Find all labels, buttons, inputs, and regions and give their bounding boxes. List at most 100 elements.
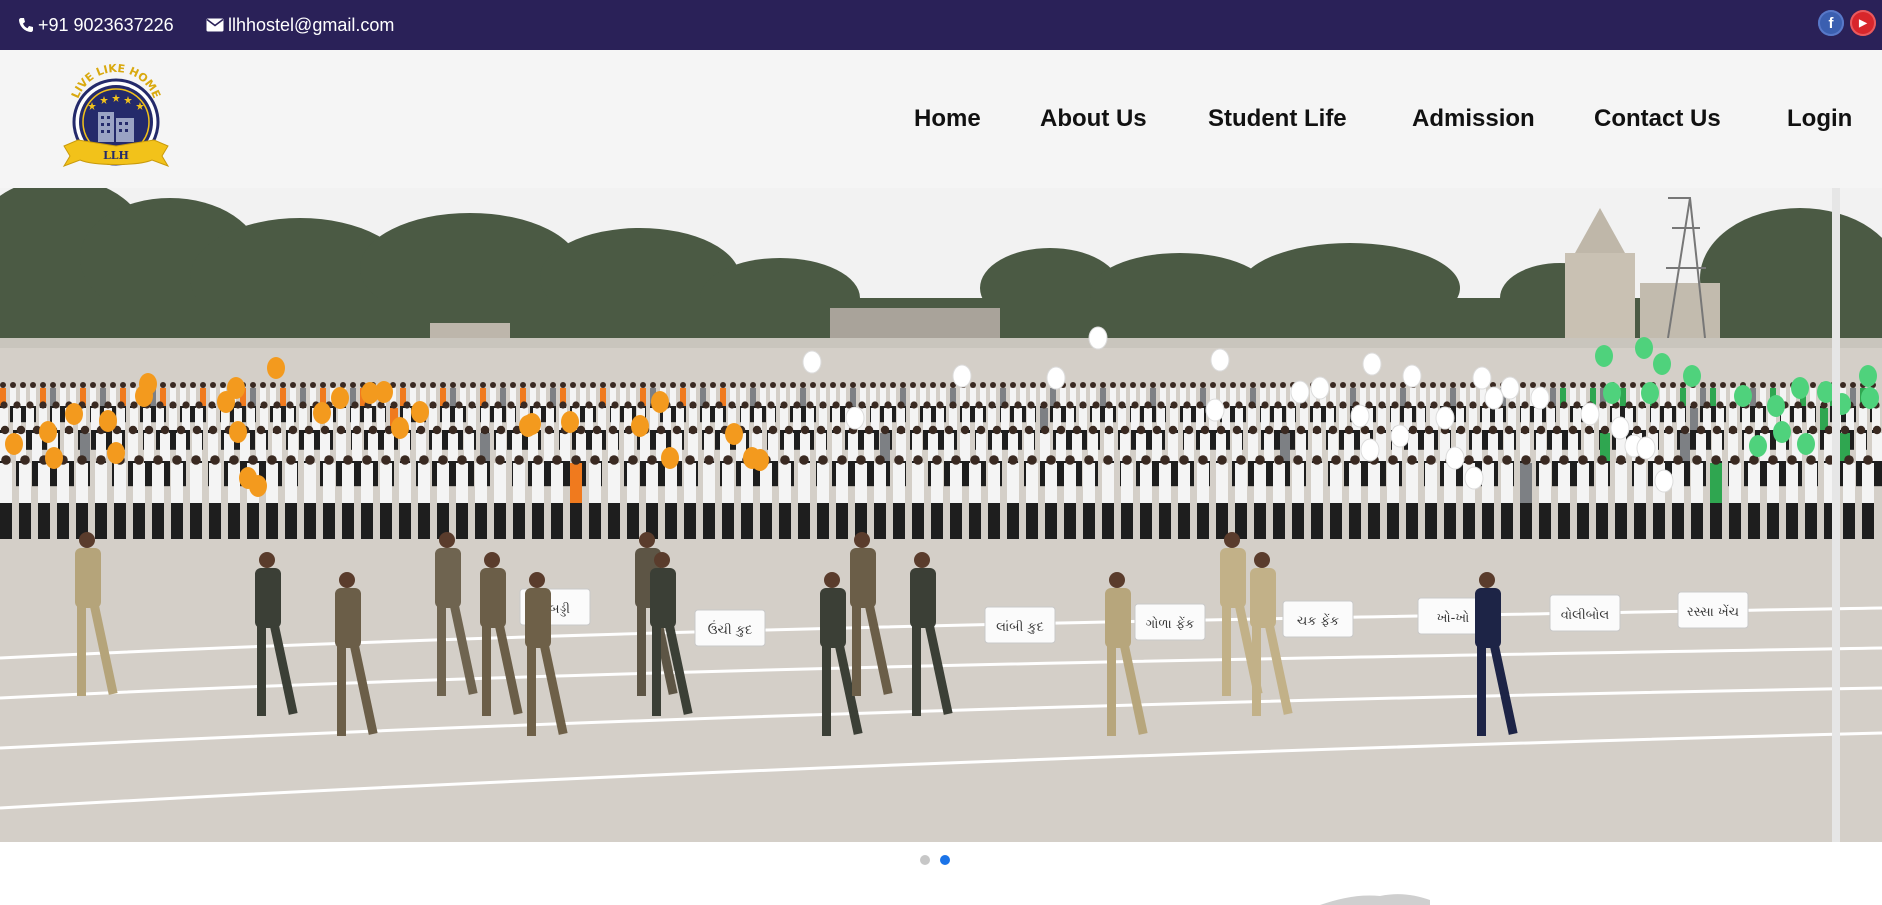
cadet-leg: [652, 626, 661, 716]
crowd-head: [910, 401, 918, 409]
nav-login[interactable]: Login: [1787, 50, 1852, 188]
crowd-person: [1254, 463, 1266, 503]
crowd-head: [1261, 401, 1269, 409]
crowd-head: [1183, 401, 1191, 409]
crowd-person: [1482, 408, 1490, 430]
site-logo[interactable]: LIVE LIKE HOME LLH: [58, 60, 174, 178]
crowd-person: [169, 408, 177, 430]
crowd-person: [342, 463, 354, 503]
crowd-legs: [1596, 503, 1608, 539]
crowd-person: [352, 433, 362, 461]
crowd-head: [1872, 425, 1882, 435]
crowd-head: [120, 382, 126, 388]
crowd-head: [100, 382, 106, 388]
nav-student-life[interactable]: Student Life: [1208, 50, 1347, 188]
crowd-head: [560, 382, 566, 388]
crowd-legs: [779, 503, 791, 539]
nav-about-us[interactable]: About Us: [1040, 50, 1147, 188]
crowd-head: [1450, 382, 1456, 388]
crowd-person: [1152, 433, 1162, 461]
crowd-head: [156, 401, 164, 409]
carousel-dot-1[interactable]: [920, 855, 930, 865]
crowd-head: [182, 401, 190, 409]
crowd-head: [1235, 401, 1243, 409]
crowd-head: [352, 425, 362, 435]
nav-contact-us[interactable]: Contact Us: [1594, 50, 1721, 188]
crowd-head: [1787, 455, 1797, 465]
event-sign: ચક ફેંક: [1282, 600, 1354, 638]
crowd-head: [1331, 455, 1341, 465]
orange-balloon: [751, 449, 769, 471]
cadet-leg: [482, 626, 491, 716]
cadet-head: [259, 552, 275, 568]
crowd-legs: [1805, 503, 1817, 539]
crowd-legs: [912, 503, 924, 539]
crowd-head: [540, 382, 546, 388]
crowd-head: [1020, 382, 1026, 388]
crowd-legs: [1292, 503, 1304, 539]
crowd-person: [171, 463, 183, 503]
crowd-head: [1120, 425, 1130, 435]
crowd-legs: [342, 503, 354, 539]
nav-home[interactable]: Home: [914, 50, 981, 188]
crowd-person: [589, 463, 601, 503]
crowd-person: [1690, 408, 1698, 430]
crowd-head: [416, 425, 426, 435]
orange-balloon: [45, 447, 63, 469]
crowd-person: [893, 463, 905, 503]
crowd-head: [30, 382, 36, 388]
crowd-head: [768, 425, 778, 435]
crowd-head: [858, 401, 866, 409]
email-address[interactable]: llhhostel@gmail.com: [228, 15, 394, 36]
crowd-legs: [1425, 503, 1437, 539]
sign-label: લાંબી કુદ: [996, 619, 1044, 635]
crowd-head: [0, 382, 6, 388]
crowd-head: [1808, 425, 1818, 435]
facebook-icon[interactable]: f: [1818, 10, 1844, 36]
crowd-person: [1710, 388, 1716, 406]
crowd-head: [273, 401, 281, 409]
crowd-head: [871, 401, 879, 409]
crowd-head: [457, 455, 467, 465]
crowd-legs: [133, 503, 145, 539]
cadet-head: [484, 552, 500, 568]
crowd-head: [860, 382, 866, 388]
youtube-icon[interactable]: ▶: [1850, 10, 1876, 36]
crowd-legs: [988, 503, 1000, 539]
crowd-person: [513, 463, 525, 503]
crowd-person: [1159, 463, 1171, 503]
cadet-body: [650, 568, 676, 628]
cadet-leg: [822, 646, 831, 736]
hero-carousel-slide[interactable]: ઉંચી કુદ લાંબી કુદ ગોળા ફેંક ચક ફેંક ખો-ખો વો…: [0, 188, 1882, 842]
cadet-leg: [1477, 646, 1486, 736]
crowd-head: [104, 401, 112, 409]
crowd-head: [912, 425, 922, 435]
crowd-head: [920, 382, 926, 388]
crowd-person: [1026, 463, 1038, 503]
crowd-head: [1755, 401, 1763, 409]
phone-contact[interactable]: +91 9023637226: [18, 0, 174, 50]
crowd-head: [600, 382, 606, 388]
crowd-legs: [1672, 503, 1684, 539]
crowd-head: [260, 401, 268, 409]
nav-admission[interactable]: Admission: [1412, 50, 1535, 188]
crowd-head: [0, 401, 8, 409]
crowd-head: [1240, 382, 1246, 388]
crowd-head: [1780, 382, 1786, 388]
crowd-head: [26, 401, 34, 409]
crowd-head: [1190, 382, 1196, 388]
carousel-dot-2[interactable]: [940, 855, 950, 865]
crowd-head: [1120, 382, 1126, 388]
crowd-person: [190, 388, 196, 406]
crowd-person: [1520, 463, 1532, 503]
crowd-head: [624, 401, 632, 409]
email-contact[interactable]: llhhostel@gmail.com: [206, 0, 394, 50]
crowd-head: [1863, 455, 1873, 465]
crowd-legs: [209, 503, 221, 539]
crowd-person: [1060, 388, 1066, 406]
phone-number[interactable]: +91 9023637226: [38, 15, 174, 36]
sign-label: ચક ફેંક: [1297, 613, 1339, 629]
crowd-legs: [228, 503, 240, 539]
white-balloon: [1360, 438, 1380, 462]
crowd-head: [1670, 382, 1676, 388]
